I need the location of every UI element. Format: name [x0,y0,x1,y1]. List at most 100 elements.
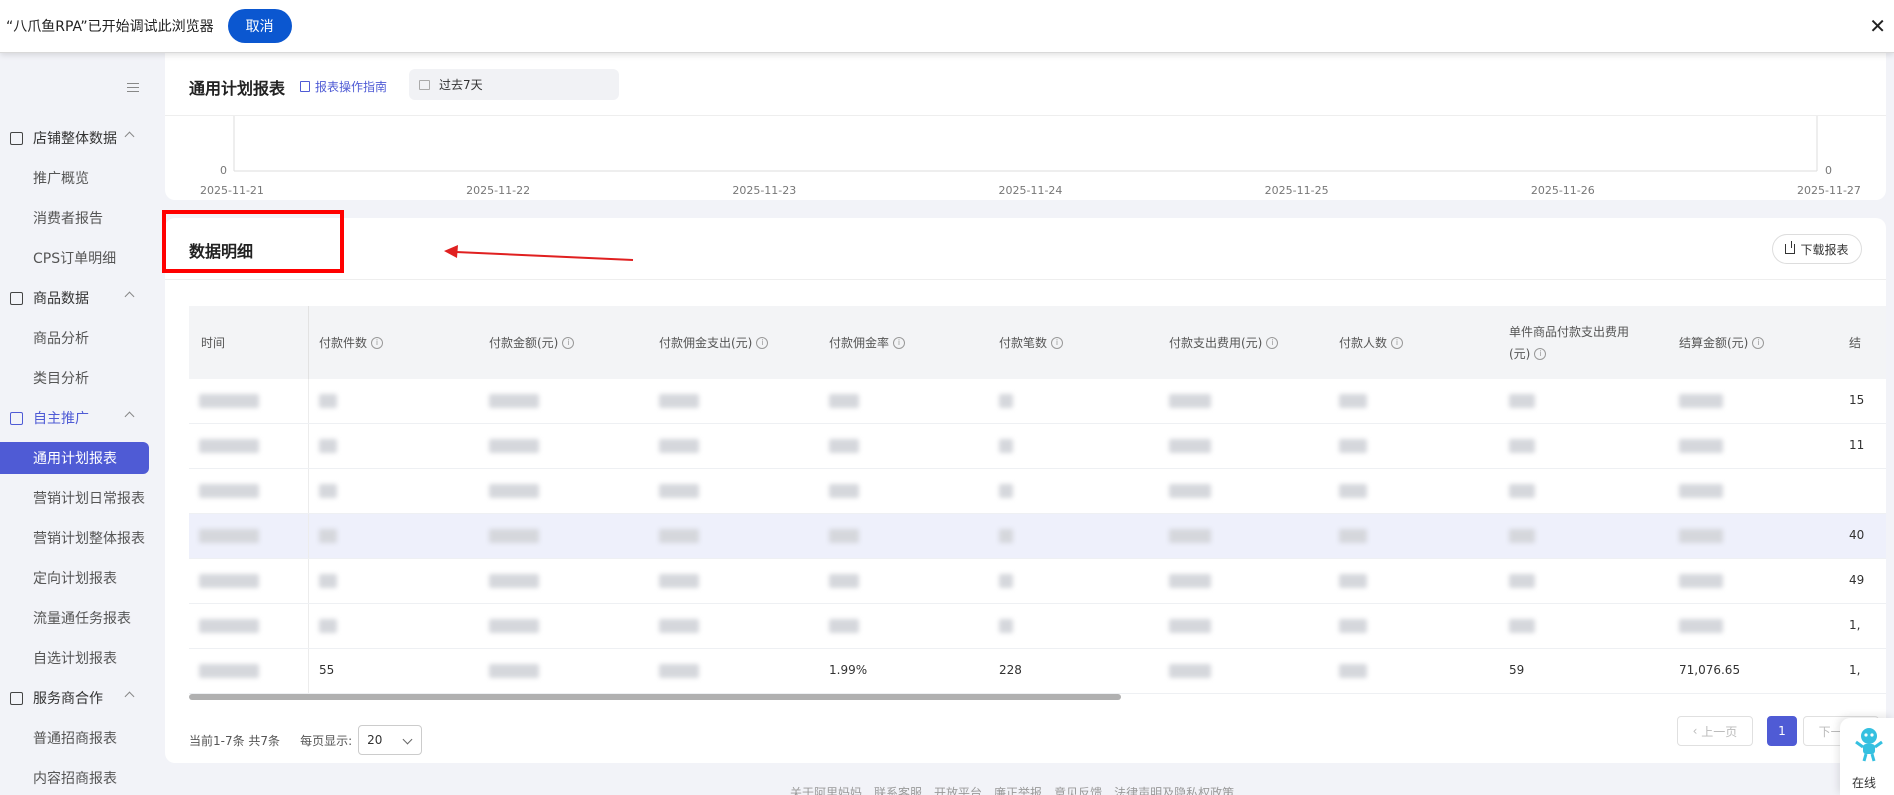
table-cell [1169,483,1211,499]
redacted-value [1679,438,1723,453]
redacted-value [319,483,337,498]
table-cell [1339,483,1367,499]
download-report-button[interactable]: 下载报表 [1772,234,1862,264]
promotion-icon [10,411,23,425]
trend-chart: 0 0 2025-11-21 2025-11-22 2025-11-23 2025-1… [200,116,1861,197]
column-header-expense[interactable]: 付款支出费用(元) i [1169,306,1329,379]
redacted-value [1679,483,1723,498]
sidebar-group-label: 自主推广 [33,411,89,427]
chart-x-ticks: 2025-11-21 2025-11-22 2025-11-23 2025-11-24… [200,184,1861,197]
report-guide-link[interactable]: 报表操作指南 [300,78,387,95]
info-icon: i [756,336,769,349]
sidebar-item-marketing-daily[interactable]: 营销计划日常报表 [0,482,160,514]
column-header-payment-count[interactable]: 付款件数 i [319,306,479,379]
redacted-value [659,483,699,498]
prev-page-button[interactable]: ‹ 上一页 [1677,716,1753,746]
sidebar-item-overview[interactable]: 推广概览 [0,162,160,194]
redacted-value [199,393,259,408]
footer-link[interactable]: 开放平台 [934,786,982,795]
sidebar-item-consumer-report[interactable]: 消费者报告 [0,202,160,234]
page-size-select[interactable]: 20 [358,725,423,755]
sidebar-item-cps-orders[interactable]: CPS订单明细 [0,242,160,274]
redacted-value [489,573,539,588]
sidebar-item-marketing-overall[interactable]: 营销计划整体报表 [0,522,160,554]
redacted-value [1509,393,1535,408]
table-cell [1679,618,1723,634]
redacted-value [319,438,337,453]
online-service-widget[interactable]: 在线 [1840,718,1894,795]
sidebar-item-product-analysis[interactable]: 商品分析 [0,322,160,354]
redacted-value [829,438,859,453]
table-cell [659,483,699,499]
table-cell [999,483,1013,499]
redacted-value [199,573,259,588]
info-icon: i [562,336,575,349]
chart-x-tick-label: 2025-11-25 [1265,184,1329,197]
footer-link[interactable]: 廉正举报 [994,786,1042,795]
date-range-picker[interactable]: 过去7天 [409,69,619,100]
column-header-commission[interactable]: 付款佣金支出(元) i [659,306,819,379]
redacted-value [199,663,259,678]
sidebar-item-general-plan-report[interactable]: 通用计划报表 [0,442,149,474]
page-number-button[interactable]: 1 [1767,716,1797,746]
table-cell: 40 [1849,528,1865,542]
table-cell [659,528,699,544]
chart-x-tick-label: 2025-11-22 [466,184,530,197]
sidebar-item-custom-plan[interactable]: 自选计划报表 [0,642,160,674]
column-header-settlement[interactable]: 结算金额(元) i [1679,306,1839,379]
detail-divider [165,279,1886,280]
footer-link[interactable]: 关于阿里妈妈 [790,786,862,795]
redacted-value [1169,438,1211,453]
table-cell [319,528,337,544]
horizontal-scrollbar[interactable] [189,694,1121,700]
sidebar-group-store[interactable]: 店铺整体数据 [0,122,160,154]
sidebar-group-partner[interactable]: 服务商合作 [0,682,160,714]
table-cell [829,573,859,589]
table-cell: 15 [1849,393,1865,407]
product-icon [10,291,23,305]
table-cell [489,483,539,499]
table-cell: 71,076.65 [1679,663,1741,677]
automation-message: “八爪鱼RPA”已开始调试此浏览器 [6,19,214,35]
column-header-buyer-count[interactable]: 付款人数 i [1339,306,1499,379]
redacted-value [489,393,539,408]
footer-link[interactable]: 意见反馈 [1054,786,1102,795]
page-size-value: 20 [367,733,383,747]
footer-link[interactable]: 联系客服 [874,786,922,795]
redacted-value [199,528,259,543]
redacted-value [489,618,539,633]
redacted-value [659,663,699,678]
sidebar-item-targeted-plan[interactable]: 定向计划报表 [0,562,160,594]
redacted-value [319,528,337,543]
sidebar-group-product[interactable]: 商品数据 [0,282,160,314]
table-cell [1339,573,1367,589]
sidebar-item-content-merchant[interactable]: 内容招商报表 [0,762,160,794]
chevron-up-icon [124,691,135,702]
table-cell [1339,393,1367,409]
table-cell [489,573,539,589]
column-header-order-count[interactable]: 付款笔数 i [999,306,1159,379]
redacted-value [659,618,699,633]
table-cell [659,573,699,589]
footer-link[interactable]: 法律声明及隐私权政策 [1114,786,1234,795]
redacted-value [829,393,859,408]
menu-collapse-icon[interactable] [127,83,139,92]
table-cell [829,393,859,409]
sidebar-item-traffic-task[interactable]: 流量通任务报表 [0,602,160,634]
pagination-summary: 当前1-7条 共7条 每页显示: 20 [189,725,423,755]
column-header-unit-expense[interactable]: 单件商品付款支出费用(元) i [1509,306,1649,379]
column-header-commission-rate[interactable]: 付款佣金率 i [829,306,989,379]
cancel-button[interactable]: 取消 [227,9,292,43]
table-cell [1339,663,1367,679]
info-icon: i [1534,348,1547,360]
sidebar-group-self-promotion[interactable]: 自主推广 [0,402,160,434]
redacted-value [1339,528,1367,543]
sidebar-item-general-merchant[interactable]: 普通招商报表 [0,722,160,754]
column-header-payment-amount[interactable]: 付款金额(元) i [489,306,649,379]
annotation-arrow [444,245,634,261]
redacted-value [829,528,859,543]
sidebar-item-category-analysis[interactable]: 类目分析 [0,362,160,394]
close-icon[interactable]: ✕ [1869,14,1886,38]
table-cell [489,618,539,634]
sidebar-nav: 店铺整体数据 推广概览 消费者报告 CPS订单明细 商品数据 商品分析 类目分析… [0,53,160,795]
